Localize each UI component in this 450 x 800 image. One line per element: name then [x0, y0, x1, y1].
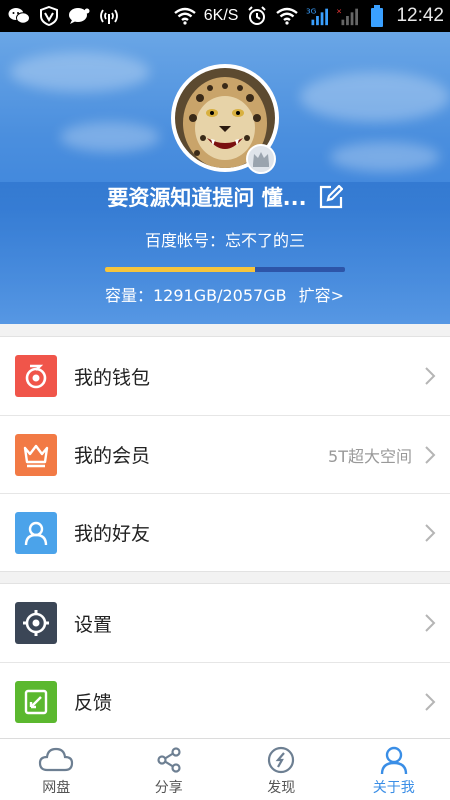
vpn-shield-icon [38, 6, 60, 26]
friends-label: 我的好友 [74, 523, 151, 545]
network-speed: 6K/S [203, 7, 239, 24]
tab-discover[interactable]: 发现 [225, 739, 338, 800]
clock: 12:42 [396, 5, 444, 26]
tab-netdisk[interactable]: 网盘 [0, 739, 113, 800]
menu-group-app: 设置 反馈 [0, 583, 450, 741]
chevron-right-icon [425, 614, 436, 632]
svg-text:×: × [336, 6, 342, 15]
cell-signal-icon: × [336, 6, 359, 26]
battery-icon [366, 5, 388, 27]
cloud-icon [38, 745, 74, 775]
friend-icon [15, 512, 57, 554]
friends-row[interactable]: 我的好友 [0, 493, 450, 571]
account-label: 百度帐号：忘不了的三 [144, 231, 305, 250]
compass-icon [263, 745, 299, 775]
settings-label: 设置 [74, 613, 113, 636]
person-icon [376, 745, 412, 775]
membership-row[interactable]: 我的会员 5T超大空间 [0, 415, 450, 493]
wifi-icon [276, 6, 299, 26]
tab-about-me-label: 关于我 [372, 780, 415, 796]
wechat-icon [8, 6, 30, 26]
tab-netdisk-label: 网盘 [42, 780, 71, 796]
wallet-row[interactable]: 我的钱包 [0, 337, 450, 415]
alarm-icon [246, 6, 268, 26]
chat-bubble-icon [68, 6, 90, 26]
status-bar: 6K/S 3G × 12:42 [0, 0, 450, 32]
share-icon [151, 745, 187, 775]
storage-progress-bar [105, 267, 345, 272]
wallet-icon [15, 355, 57, 397]
storage-progress-fill [105, 267, 256, 272]
tab-share-label: 分享 [154, 780, 183, 796]
chevron-right-icon [425, 692, 436, 711]
feedback-row[interactable]: 反馈 [0, 662, 450, 740]
profile-header: 要资源知道提问 懂... 百度帐号：忘不了的三 容量：1291GB/2057GB… [0, 32, 450, 324]
chevron-right-icon [425, 445, 436, 464]
chevron-right-icon [425, 523, 436, 542]
username: 要资源知道提问 懂... [107, 186, 307, 210]
svg-text:3G: 3G [306, 6, 317, 15]
feedback-label: 反馈 [74, 692, 113, 714]
capacity-text: 容量：1291GB/2057GB [105, 286, 287, 305]
bottom-tab-bar: 网盘 分享 发现 关于我 [0, 738, 450, 800]
wifi-icon [174, 6, 196, 26]
edit-icon[interactable] [319, 184, 344, 209]
wallet-label: 我的钱包 [74, 366, 151, 389]
expand-storage-link[interactable]: 扩容> [299, 282, 344, 306]
cell-signal-icon: 3G [306, 6, 329, 26]
menu-group-account: 我的钱包 我的会员 5T超大空间 我的好友 [0, 336, 450, 572]
chevron-right-icon [425, 367, 436, 385]
vip-crown-badge-icon [246, 144, 276, 174]
tab-about-me[interactable]: 关于我 [338, 739, 450, 800]
settings-icon [15, 602, 57, 644]
feedback-icon [15, 681, 57, 723]
tab-share[interactable]: 分享 [113, 739, 226, 800]
membership-extra: 5T超大空间 [328, 446, 412, 466]
signal-broadcast-icon [98, 6, 120, 26]
membership-label: 我的会员 [74, 445, 151, 467]
tab-discover-label: 发现 [267, 780, 296, 796]
settings-row[interactable]: 设置 [0, 584, 450, 662]
crown-icon [15, 434, 57, 476]
